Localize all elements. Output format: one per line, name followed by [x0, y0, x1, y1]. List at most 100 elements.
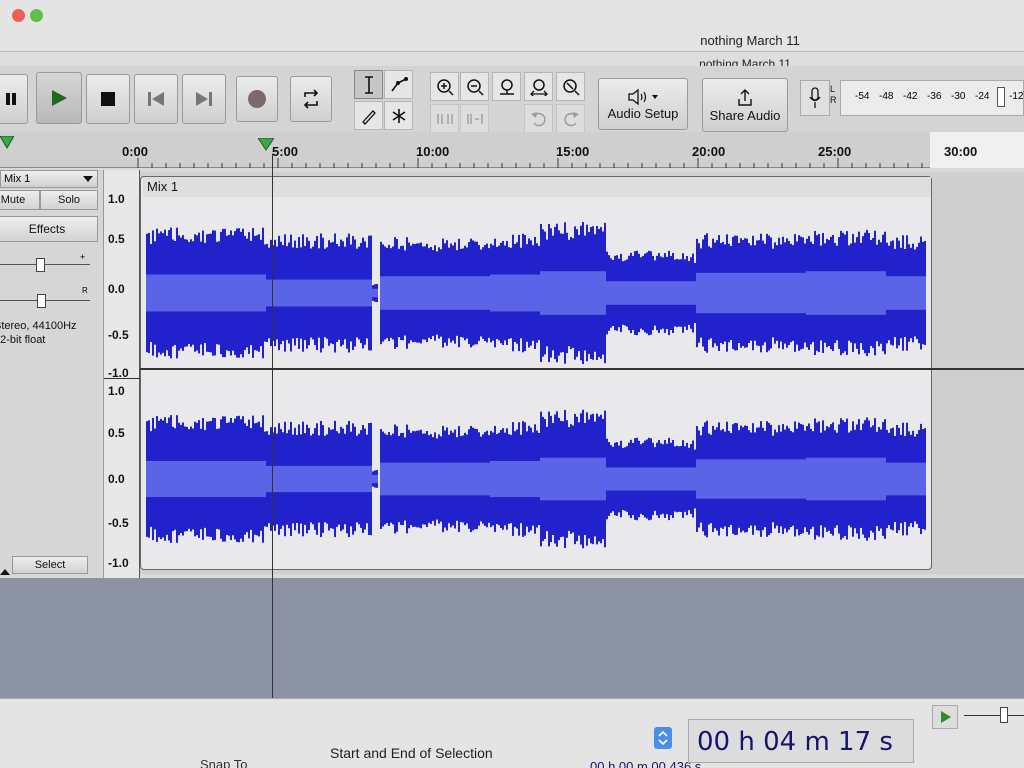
share-audio-button[interactable]: Share Audio: [702, 78, 788, 132]
gain-slider-thumb[interactable]: [36, 258, 45, 272]
selection-mode-label: Start and End of Selection: [330, 745, 493, 761]
ruler-label: 20:00: [692, 144, 726, 159]
trim-outside-button[interactable]: [430, 104, 459, 133]
playback-speed-track: [964, 715, 1024, 716]
fit-selection-button[interactable]: [492, 72, 521, 101]
fit-project-button[interactable]: [524, 72, 553, 101]
close-window-button[interactable]: [12, 9, 25, 22]
skip-to-start-button[interactable]: [134, 74, 178, 124]
selection-tool[interactable]: [354, 70, 383, 99]
selection-start-field[interactable]: 00 h 00 m 00.436 s: [590, 759, 701, 768]
track-name-label: Mix 1: [4, 173, 31, 185]
meter-channel-r: R: [830, 95, 837, 105]
speaker-icon: [628, 88, 658, 105]
skip-end-icon: [196, 92, 212, 106]
title-bar: nothing March 11: [0, 0, 1024, 52]
effects-button[interactable]: Effects: [0, 216, 98, 242]
mute-button[interactable]: Mute: [0, 190, 40, 210]
scale-label: 1.0: [108, 384, 125, 398]
edit-cursor-line: [272, 154, 273, 734]
undo-button[interactable]: [524, 104, 553, 133]
envelope-tool[interactable]: [384, 70, 413, 99]
silence-button[interactable]: [460, 104, 489, 133]
scale-label: -0.5: [108, 516, 129, 530]
empty-track-area[interactable]: [0, 578, 1024, 698]
scale-label: 0.0: [108, 472, 125, 486]
gain-slider-track: [0, 264, 90, 265]
microphone-icon: [809, 87, 821, 108]
zoom-out-button[interactable]: [460, 72, 489, 101]
zoom-toggle-button[interactable]: [556, 72, 585, 101]
selection-mode-dropdown[interactable]: [654, 727, 672, 749]
play-at-speed-button[interactable]: [932, 705, 958, 729]
meter-tick: -42: [903, 91, 918, 102]
meter-tick: -36: [927, 91, 942, 102]
stop-button[interactable]: [86, 74, 130, 124]
amplitude-scale[interactable]: 1.0 0.5 0.0 -0.5 -1.0 1.0 0.5 0.0 -0.5 -…: [104, 170, 140, 578]
solo-button[interactable]: Solo: [40, 190, 98, 210]
zoom-in-icon: [436, 78, 454, 96]
redo-icon: [563, 111, 579, 126]
meter-tick: -30: [951, 91, 966, 102]
gain-plus-marker: +: [80, 252, 86, 262]
record-meter-button[interactable]: [800, 80, 830, 116]
ruler-ticks: [137, 158, 923, 168]
collapse-track-icon[interactable]: [0, 567, 10, 575]
meter-slider-thumb[interactable]: [997, 87, 1005, 107]
track-format-depth: 32-bit float: [0, 334, 46, 346]
pencil-icon: [361, 109, 376, 125]
selection-toolbar: Snap To Start and End of Selection 00 h …: [0, 698, 1024, 768]
play-button[interactable]: [36, 72, 82, 124]
share-audio-label: Share Audio: [709, 107, 781, 123]
pause-icon: [6, 93, 16, 105]
silence-icon: [466, 113, 483, 124]
track-name-menu[interactable]: Mix 1: [0, 170, 98, 188]
loop-button[interactable]: [290, 76, 332, 122]
zoom-window-button[interactable]: [30, 9, 43, 22]
loop-icon: [303, 89, 319, 109]
zoom-selection-icon: [499, 78, 514, 95]
multi-tool[interactable]: [384, 101, 413, 130]
updown-chevron-icon: [658, 730, 668, 746]
ruler-label: 10:00: [416, 144, 450, 159]
scale-label: 0.0: [108, 282, 125, 296]
pan-slider-thumb[interactable]: [37, 294, 46, 308]
audio-setup-label: Audio Setup: [607, 105, 679, 121]
envelope-icon: [390, 76, 408, 91]
ruler-label: 30:00: [944, 144, 978, 159]
stop-icon: [101, 92, 115, 106]
ruler-label: 25:00: [818, 144, 852, 159]
scale-label: 1.0: [108, 192, 125, 206]
trim-icon: [436, 113, 453, 124]
clip-name[interactable]: Mix 1: [143, 177, 931, 197]
redo-button[interactable]: [556, 104, 585, 133]
audio-clip[interactable]: Mix 1: [140, 176, 932, 570]
record-button[interactable]: [236, 76, 278, 122]
meter-channel-labels: L R: [830, 84, 837, 106]
audio-setup-button[interactable]: Audio Setup: [598, 78, 688, 130]
play-icon: [941, 711, 951, 723]
track-format-rate: Stereo, 44100Hz: [0, 320, 77, 332]
pause-button[interactable]: [0, 74, 28, 124]
playback-speed-thumb[interactable]: [1000, 707, 1008, 723]
meter-tick: -24: [975, 91, 990, 102]
record-meter[interactable]: -54 -48 -42 -36 -30 -24 -12: [840, 80, 1024, 116]
draw-tool[interactable]: [354, 101, 383, 130]
meter-tick: -12: [1009, 91, 1024, 102]
skip-start-icon: [148, 92, 164, 106]
record-icon: [248, 90, 266, 108]
undo-icon: [530, 111, 546, 126]
i-beam-icon: [364, 75, 373, 94]
zoom-in-button[interactable]: [430, 72, 459, 101]
ruler-label: 0:00: [122, 144, 149, 159]
zoom-fit-icon: [529, 78, 548, 96]
track-select-button[interactable]: Select: [12, 556, 88, 574]
skip-to-end-button[interactable]: [182, 74, 226, 124]
zoom-out-icon: [466, 78, 484, 96]
audio-position-display[interactable]: 00 h 04 m 17 s: [688, 719, 914, 763]
timeline-ruler[interactable]: 0:00 5:00 10:00 15:00 20:00 25:00 30:00: [0, 132, 1024, 168]
share-icon: [738, 88, 752, 106]
snap-to-label: Snap To: [200, 757, 248, 768]
track-control-panel: Mix 1 Mute Solo Effects + R Stereo, 4410…: [0, 170, 104, 578]
scale-divider: [104, 378, 140, 379]
